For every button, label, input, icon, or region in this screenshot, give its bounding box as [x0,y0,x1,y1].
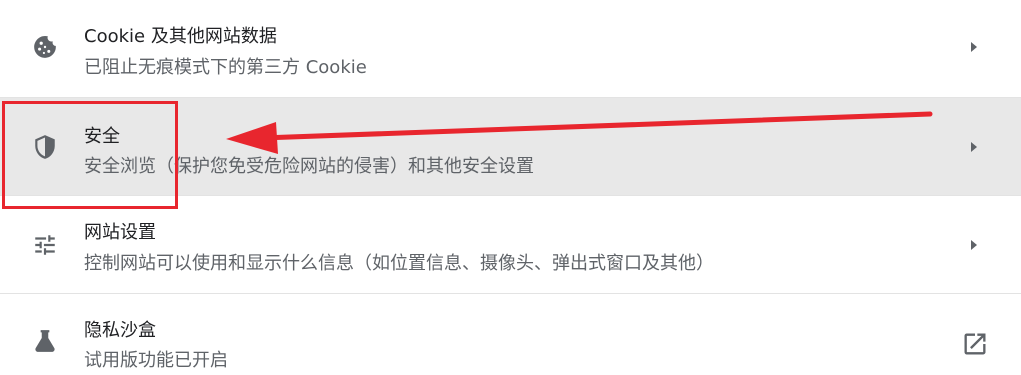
security-row-title: 安全 [84,126,120,147]
security-row-subtitle: 安全浏览（保护您免受危险网站的侵害）和其他安全设置 [84,156,534,177]
privacy-sandbox-row-title: 隐私沙盒 [84,320,156,341]
cookie-icon [32,34,58,60]
site-settings-row[interactable]: 网站设置 控制网站可以使用和显示什么信息（如位置信息、摄像头、弹出式窗口及其他） [0,195,1021,293]
flask-icon [32,328,58,354]
cookies-row[interactable]: Cookie 及其他网站数据 已阻止无痕模式下的第三方 Cookie [0,0,1021,96]
shield-icon [32,134,58,160]
site-settings-row-title: 网站设置 [84,222,156,243]
chevron-right-icon [967,138,981,156]
cookies-row-subtitle: 已阻止无痕模式下的第三方 Cookie [84,57,367,78]
open-in-new-icon [961,330,989,358]
cookies-row-title: Cookie 及其他网站数据 [84,26,277,47]
privacy-settings-card: Cookie 及其他网站数据 已阻止无痕模式下的第三方 Cookie 安全 安全… [0,0,1021,375]
privacy-sandbox-row[interactable]: 隐私沙盒 试用版功能已开启 [0,293,1021,375]
privacy-sandbox-row-subtitle: 试用版功能已开启 [84,350,228,371]
page: Cookie 及其他网站数据 已阻止无痕模式下的第三方 Cookie 安全 安全… [0,0,1021,375]
chevron-right-icon [967,236,981,254]
chevron-right-icon [967,38,981,56]
security-row[interactable]: 安全 安全浏览（保护您免受危险网站的侵害）和其他安全设置 [0,97,1021,195]
site-settings-row-subtitle: 控制网站可以使用和显示什么信息（如位置信息、摄像头、弹出式窗口及其他） [84,253,714,274]
tune-sliders-icon [32,232,58,258]
